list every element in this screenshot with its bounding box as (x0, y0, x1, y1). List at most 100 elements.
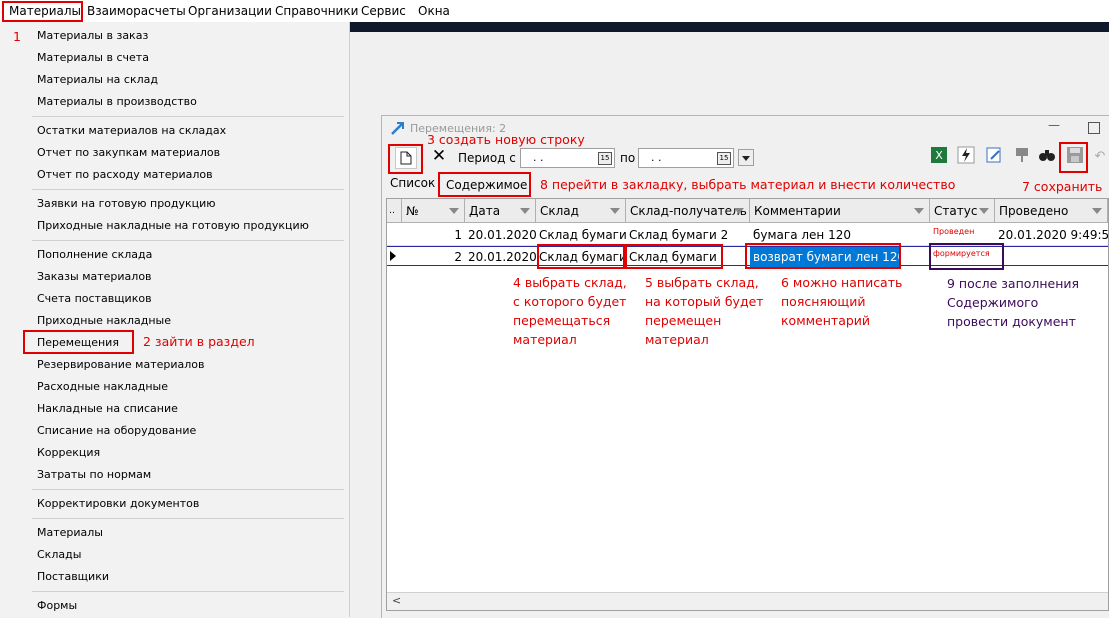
column-header-comments[interactable]: Комментарии (750, 199, 930, 223)
mdi-background-bar (349, 22, 1109, 32)
filter-arrow-icon[interactable] (1092, 208, 1102, 214)
filter-arrow-icon[interactable] (979, 208, 989, 214)
pin-button[interactable] (1011, 146, 1033, 168)
menu-separator (32, 518, 344, 519)
dd-item-material-orders[interactable]: Заказы материалов (37, 270, 152, 283)
menu-organizations[interactable]: Организации (188, 4, 272, 18)
period-dropdown-button[interactable] (738, 149, 754, 166)
pin-icon (1016, 148, 1028, 162)
cell-receiver[interactable]: Склад бумаги 2 (626, 225, 750, 245)
tab-list[interactable]: Список (390, 176, 435, 190)
cell-status[interactable]: Проведен (930, 225, 995, 245)
header-label: Статус (934, 204, 978, 218)
cell-date[interactable]: 20.01.2020 (465, 247, 536, 267)
to-label: по (620, 151, 636, 165)
annotation-line: перемещен (645, 313, 722, 328)
column-header-date[interactable]: Дата (465, 199, 536, 223)
annotation-line: материал (645, 332, 709, 347)
dd-item-materials-production[interactable]: Материалы в производство (37, 95, 197, 108)
annotation-line: на который будет (645, 294, 764, 309)
menu-references[interactable]: Справочники (275, 4, 358, 18)
dd-item-replenishment[interactable]: Пополнение склада (37, 248, 152, 261)
lightning-button[interactable] (955, 146, 977, 168)
annotation-line: 9 после заполнения (947, 276, 1080, 291)
annotation-step-2: 2 зайти в раздел (143, 334, 255, 349)
menu-service[interactable]: Сервис (361, 4, 406, 18)
annotation-line: с которого будет (513, 294, 627, 309)
annotation-line: Содержимого (947, 295, 1039, 310)
column-header-number[interactable]: № (402, 199, 465, 223)
dd-item-materials-warehouse[interactable]: Материалы на склад (37, 73, 158, 86)
horizontal-scrollbar[interactable]: < (387, 592, 1108, 610)
filter-arrow-icon[interactable] (610, 208, 620, 214)
annotation-step-3: 3 создать новую строку (427, 132, 585, 147)
filter-arrow-icon[interactable] (520, 208, 530, 214)
column-header-receiver[interactable]: Склад-получатель (626, 199, 750, 223)
dd-item-consumption-report[interactable]: Отчет по расходу материалов (37, 168, 213, 181)
edit-icon (986, 147, 1001, 163)
annotation-line: комментарий (781, 313, 871, 328)
calendar-icon[interactable]: 15 (598, 152, 612, 165)
header-label: Комментарии (754, 204, 841, 218)
dd-item-product-requests[interactable]: Заявки на готовую продукцию (37, 197, 216, 210)
undo-icon[interactable]: ↶ (1089, 146, 1109, 168)
menu-separator (32, 116, 344, 117)
cell-date[interactable]: 20.01.2020 (465, 225, 536, 245)
period-label: Период с (458, 151, 516, 165)
dd-item-correction[interactable]: Коррекция (37, 446, 100, 459)
date-from-input[interactable]: . . 15 (520, 148, 615, 168)
menu-separator (32, 189, 344, 190)
highlight-new-row (388, 144, 423, 174)
cell-comment[interactable]: бумага лен 120 (750, 225, 930, 245)
maximize-icon[interactable] (1088, 122, 1100, 134)
filter-arrow-icon[interactable] (914, 208, 924, 214)
menu-settlements[interactable]: Взаиморасчеты (87, 4, 186, 18)
dd-item-forms[interactable]: Формы (37, 599, 77, 612)
column-header-status[interactable]: Статус (930, 199, 995, 223)
search-button[interactable] (1036, 146, 1058, 168)
column-header-warehouse[interactable]: Склад (536, 199, 626, 223)
calendar-icon[interactable]: 15 (717, 152, 731, 165)
excel-export-button[interactable]: X (928, 146, 950, 168)
annotation-line: перемещаться (513, 313, 611, 328)
date-to-input[interactable]: . . 15 (638, 148, 734, 168)
lightning-icon (957, 146, 975, 164)
dd-item-materials-order[interactable]: Материалы в заказ (37, 29, 148, 42)
dd-item-receipts[interactable]: Приходные накладные (37, 314, 171, 327)
dd-item-stock-balance[interactable]: Остатки материалов на складах (37, 124, 226, 137)
dd-item-materials-invoices[interactable]: Материалы в счета (37, 51, 149, 64)
filter-arrow-icon[interactable] (449, 208, 459, 214)
dd-item-materials[interactable]: Материалы (37, 526, 103, 539)
scroll-left-icon[interactable]: < (392, 594, 401, 607)
cell-warehouse[interactable]: Склад бумаги (536, 225, 626, 245)
cell-posted[interactable]: 20.01.2020 9:49:50 (995, 225, 1108, 245)
dd-item-supplier-invoices[interactable]: Счета поставщиков (37, 292, 152, 305)
highlight-receiver-cell (625, 244, 723, 269)
header-label: Дата (469, 204, 501, 218)
highlight-tab-contents (438, 172, 531, 197)
menu-bar: Материалы Взаиморасчеты Организации Спра… (0, 0, 1109, 22)
highlight-status-cell (929, 243, 1004, 270)
minimize-icon[interactable]: — (1048, 118, 1060, 132)
delete-icon[interactable]: ✕ (428, 146, 450, 168)
dd-item-expense-invoices[interactable]: Расходные накладные (37, 380, 168, 393)
cell-number[interactable]: 2 (402, 247, 465, 267)
dd-item-suppliers[interactable]: Поставщики (37, 570, 109, 583)
cell-number[interactable]: 1 (402, 225, 465, 245)
dd-item-norm-costs[interactable]: Затраты по нормам (37, 468, 151, 481)
highlight-warehouse-cell (537, 244, 625, 269)
dd-item-product-receipts[interactable]: Приходные накладные на готовую продукцию (37, 219, 309, 232)
svg-text:X: X (935, 149, 943, 162)
cell-posted[interactable] (995, 247, 1108, 267)
filter-arrow-icon[interactable] (734, 208, 744, 214)
dd-item-writeoff-invoices[interactable]: Накладные на списание (37, 402, 178, 415)
dd-item-equipment-writeoff[interactable]: Списание на оборудование (37, 424, 196, 437)
menu-windows[interactable]: Окна (418, 4, 450, 18)
dd-item-purchase-report[interactable]: Отчет по закупкам материалов (37, 146, 220, 159)
dd-item-reservation[interactable]: Резервирование материалов (37, 358, 205, 371)
dd-item-warehouses[interactable]: Склады (37, 548, 81, 561)
edit-button[interactable] (983, 146, 1005, 168)
column-header-posted[interactable]: Проведено (995, 199, 1108, 223)
date-from-value: . . (533, 151, 544, 164)
dd-item-doc-adjustments[interactable]: Корректировки документов (37, 497, 199, 510)
